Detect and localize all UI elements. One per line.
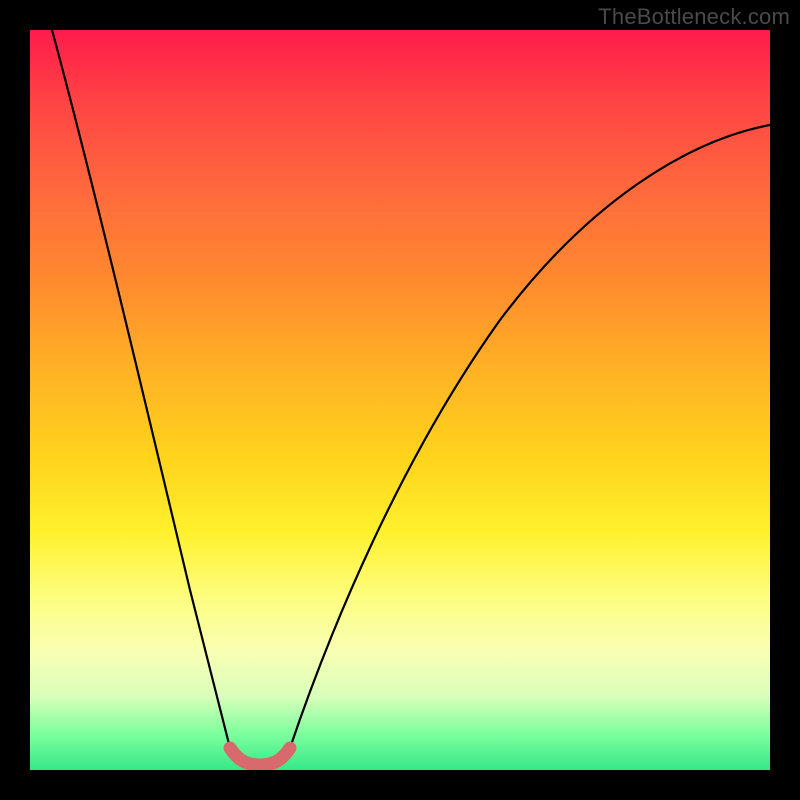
right-curve — [290, 125, 770, 748]
outer-frame: TheBottleneck.com — [0, 0, 800, 800]
left-curve — [52, 30, 230, 748]
valley-curve — [230, 748, 290, 765]
curve-layer — [30, 30, 770, 770]
plot-area — [30, 30, 770, 770]
watermark-text: TheBottleneck.com — [598, 4, 790, 30]
